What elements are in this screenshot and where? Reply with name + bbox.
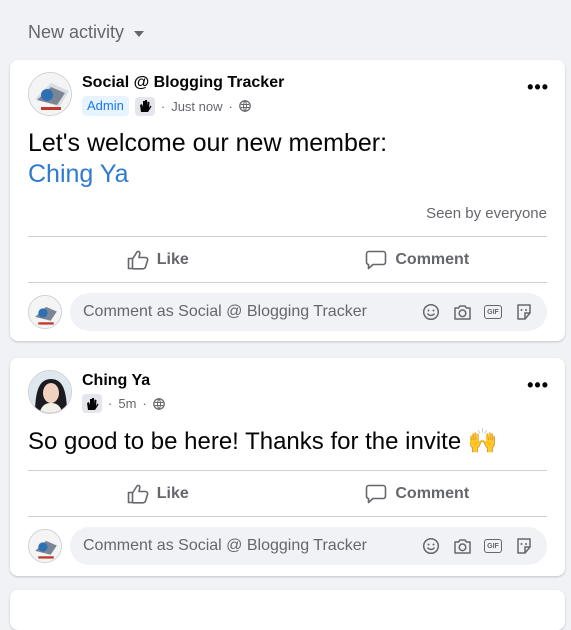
separator: ·: [142, 396, 147, 411]
emoji-icon[interactable]: [420, 301, 442, 323]
wave-badge-icon: [82, 394, 102, 413]
like-button[interactable]: Like: [28, 238, 288, 282]
comment-label: Comment: [395, 251, 470, 268]
caret-down-icon: [134, 30, 145, 37]
post-timestamp[interactable]: Just now: [171, 99, 222, 114]
separator: ·: [108, 396, 113, 411]
comment-composer: Comment as Social @ Blogging Tracker GIF: [28, 293, 547, 331]
member-mention-link[interactable]: Ching Ya: [28, 159, 387, 190]
post-header: Ching Ya · 5m ·: [28, 370, 165, 414]
post-actions: Like Comment: [28, 472, 547, 516]
post-actions: Like Comment: [28, 238, 547, 282]
post-text: Let's welcome our new member: Ching Ya: [28, 128, 387, 190]
admin-badge: Admin: [82, 96, 129, 116]
post-card: Ching Ya · 5m · ••• So good to be here! …: [10, 358, 565, 576]
post-card: Social @ Blogging Tracker Admin · Just n…: [10, 60, 565, 341]
gif-icon[interactable]: GIF: [482, 535, 504, 557]
wave-badge-icon: [134, 96, 155, 116]
post-text-line: So good to be here! Thanks for the invit…: [28, 428, 462, 455]
divider: [28, 470, 547, 471]
comment-composer: Comment as Social @ Blogging Tracker GIF: [28, 527, 547, 565]
post-header: Social @ Blogging Tracker Admin · Just n…: [28, 72, 284, 116]
post-text-line: Let's welcome our new member:: [28, 129, 388, 157]
comment-input[interactable]: Comment as Social @ Blogging Tracker GIF: [70, 293, 547, 331]
globe-icon: [152, 397, 165, 410]
commenter-avatar: [28, 295, 62, 329]
raising-hands-emoji: 🙌: [467, 428, 498, 455]
camera-icon[interactable]: [451, 301, 473, 323]
comment-bubble-icon: [366, 484, 387, 504]
sticker-icon[interactable]: [513, 301, 535, 323]
more-options-button[interactable]: •••: [527, 78, 549, 96]
new-activity-header[interactable]: New activity: [28, 22, 145, 43]
section-title: New activity: [28, 22, 125, 42]
camera-icon[interactable]: [451, 535, 473, 557]
member-avatar[interactable]: [28, 370, 72, 414]
divider: [28, 282, 547, 283]
emoji-icon[interactable]: [420, 535, 442, 557]
comment-input[interactable]: Comment as Social @ Blogging Tracker GIF: [70, 527, 547, 565]
comment-placeholder: Comment as Social @ Blogging Tracker: [83, 537, 367, 554]
seen-by-label: Seen by everyone: [426, 205, 547, 222]
post-text: So good to be here! Thanks for the invit…: [28, 426, 498, 457]
thumbs-up-icon: [127, 484, 149, 504]
commenter-avatar: [28, 529, 62, 563]
comment-button[interactable]: Comment: [288, 472, 548, 516]
post-timestamp[interactable]: 5m: [118, 396, 136, 411]
gif-icon[interactable]: GIF: [482, 301, 504, 323]
comment-bubble-icon: [366, 250, 387, 270]
post-author[interactable]: Social @ Blogging Tracker: [82, 73, 284, 93]
separator: ·: [228, 98, 233, 114]
comment-button[interactable]: Comment: [288, 238, 548, 282]
divider: [28, 236, 547, 237]
divider: [28, 516, 547, 517]
like-label: Like: [156, 251, 189, 268]
like-button[interactable]: Like: [28, 472, 288, 516]
group-avatar[interactable]: [28, 72, 72, 116]
globe-icon: [239, 100, 251, 112]
like-label: Like: [156, 485, 189, 502]
more-options-button[interactable]: •••: [527, 376, 549, 394]
thumbs-up-icon: [127, 250, 149, 270]
sticker-icon[interactable]: [513, 535, 535, 557]
post-card-partial: [10, 590, 565, 630]
post-author[interactable]: Ching Ya: [82, 371, 165, 391]
comment-placeholder: Comment as Social @ Blogging Tracker: [83, 303, 367, 320]
separator: ·: [160, 98, 166, 114]
comment-label: Comment: [395, 485, 470, 502]
